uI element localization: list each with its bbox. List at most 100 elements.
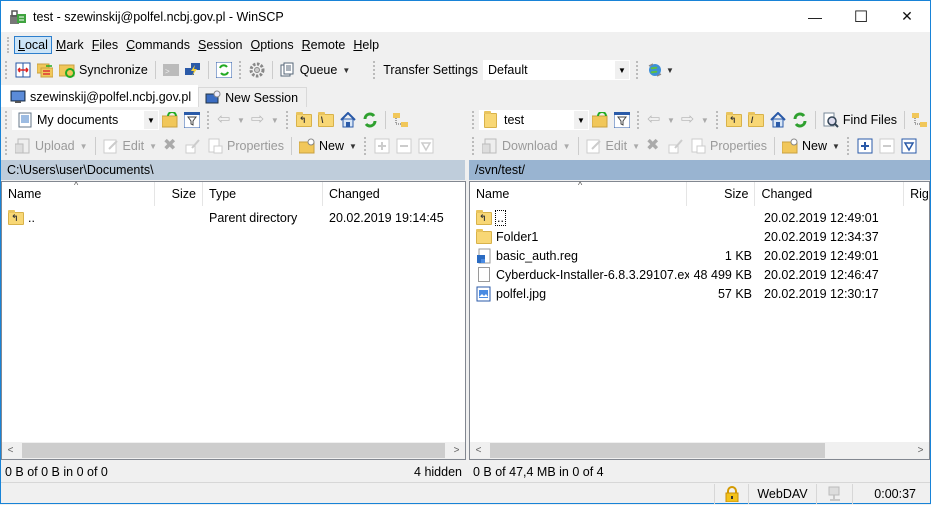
scroll-thumb[interactable] [22,443,445,458]
local-rename-button[interactable] [182,135,204,157]
local-col-changed[interactable]: Changed [323,182,463,206]
toolbar-grip[interactable] [472,111,476,129]
remote-forward-button[interactable]: ⇨ ▼ [678,109,712,131]
remote-select-all-button[interactable] [898,135,920,157]
local-parent-directory-button[interactable]: ↰ [293,109,315,131]
upload-button[interactable]: Upload ▼ [12,135,91,157]
remote-col-changed[interactable]: Changed [755,182,905,206]
queue-button[interactable]: Queue ▼ [277,59,353,81]
local-forward-button[interactable]: ⇨ ▼ [248,109,282,131]
local-col-name[interactable]: ^ Name [2,180,155,206]
scroll-right-icon[interactable]: > [912,442,929,459]
local-col-type[interactable]: Type [203,182,323,206]
remote-file-row[interactable]: Folder1 20.02.2019 12:34:37 [470,227,929,246]
open-putty-button[interactable] [182,59,204,81]
remote-delete-button[interactable]: ✖ [643,135,665,157]
local-delete-button[interactable]: ✖ [160,135,182,157]
sessions-button[interactable]: ▼ [643,59,677,81]
synchronize-button[interactable]: Synchronize [56,59,151,81]
remote-edit-button[interactable]: Edit ▼ [583,135,643,157]
scroll-right-icon[interactable]: > [448,442,465,459]
menu-remote[interactable]: Remote [298,36,350,54]
local-col-size[interactable]: Size [155,182,203,206]
remote-refresh-button[interactable] [789,109,811,131]
local-file-row[interactable]: ↰.. Parent directory 20.02.2019 19:14:45 [2,208,465,227]
remote-parent-directory-button[interactable]: ↰ [723,109,745,131]
refresh-button[interactable] [213,59,235,81]
maximize-button[interactable]: ☐ [838,1,884,32]
toolbar-grip[interactable] [715,111,720,129]
local-tree-button[interactable] [390,109,412,131]
local-unselect-button[interactable] [393,135,415,157]
toolbar-grip[interactable] [5,137,9,155]
menu-files[interactable]: Files [88,36,122,54]
remote-horizontal-scrollbar[interactable]: < > [470,442,929,459]
local-path-bar[interactable]: C:\Users\user\Documents\ [1,160,465,180]
tab-new-session[interactable]: New Session [198,87,308,107]
hidden-files-count[interactable]: 4 hidden [414,465,462,479]
remote-open-directory-button[interactable] [589,109,611,131]
local-location-select[interactable]: My documents ▼ [12,110,159,130]
menu-local[interactable]: Local [14,36,52,54]
remote-unselect-button[interactable] [876,135,898,157]
menu-commands[interactable]: Commands [122,36,194,54]
preferences-button[interactable] [246,59,268,81]
local-properties-button[interactable]: Properties [204,135,287,157]
local-filter-button[interactable] [181,109,203,131]
remote-file-row[interactable]: basic_auth.reg 1 KB 20.02.2019 12:49:01 [470,246,929,265]
menu-options[interactable]: Options [247,36,298,54]
local-edit-button[interactable]: Edit ▼ [100,135,160,157]
transfer-settings-select[interactable]: Default ▼ [482,60,630,80]
toolbar-grip[interactable] [373,61,377,79]
synchronize-browsing-button[interactable] [34,59,56,81]
local-back-button[interactable]: ⇦ ▼ [214,109,248,131]
download-button[interactable]: Download ▼ [479,135,574,157]
toolbar-grip[interactable] [637,111,641,129]
remote-col-size[interactable]: Size [687,182,756,206]
compare-directories-button[interactable] [12,59,34,81]
local-open-directory-button[interactable] [159,109,181,131]
remote-root-directory-button[interactable]: / [745,109,767,131]
menu-session[interactable]: Session [194,36,246,54]
close-button[interactable]: ✕ [884,1,930,32]
tab-session[interactable]: szewinskij@polfel.ncbj.gov.pl [1,85,199,107]
remote-path-bar[interactable]: /svn/test/ [469,160,930,180]
local-new-button[interactable]: New ▼ [296,135,360,157]
scroll-left-icon[interactable]: < [2,442,19,459]
scroll-left-icon[interactable]: < [470,442,487,459]
toolbar-grip[interactable] [472,137,476,155]
remote-col-name[interactable]: ^ Name [470,180,687,206]
toolbar-grip[interactable] [5,111,9,129]
remote-rename-button[interactable] [665,135,687,157]
remote-home-button[interactable] [767,109,789,131]
remote-location-select[interactable]: test ▼ [479,110,589,130]
toolbar-grip[interactable] [238,61,243,79]
find-files-button[interactable]: Find Files [820,109,900,131]
menu-mark[interactable]: Mark [52,36,88,54]
toolbar-grip[interactable] [363,137,368,155]
scroll-thumb[interactable] [490,443,825,458]
toolbar-grip[interactable] [5,61,9,79]
menubar-grip[interactable] [7,37,10,53]
toolbar-grip[interactable] [635,61,640,79]
remote-select-button[interactable] [854,135,876,157]
remote-file-row[interactable]: Cyberduck-Installer-6.8.3.29107.exe 48 49… [470,265,929,284]
minimize-button[interactable]: — [792,1,838,32]
menu-help[interactable]: Help [349,36,383,54]
console-button[interactable]: > [160,59,182,81]
remote-file-row[interactable]: polfel.jpg 57 KB 20.02.2019 12:30:17 [470,284,929,303]
toolbar-grip[interactable] [207,111,211,129]
remote-filter-button[interactable] [611,109,633,131]
remote-new-button[interactable]: New ▼ [779,135,843,157]
toolbar-grip[interactable] [285,111,290,129]
remote-properties-button[interactable]: Properties [687,135,770,157]
local-select-all-button[interactable] [415,135,437,157]
local-horizontal-scrollbar[interactable]: < > [2,442,465,459]
remote-col-rights[interactable]: Rig [904,182,929,206]
local-refresh-button[interactable] [359,109,381,131]
local-root-directory-button[interactable]: \ [315,109,337,131]
remote-back-button[interactable]: ⇦ ▼ [644,109,678,131]
local-home-button[interactable] [337,109,359,131]
remote-file-row[interactable]: ↰.. 20.02.2019 12:49:01 [470,208,929,227]
remote-tree-button[interactable] [909,109,931,131]
